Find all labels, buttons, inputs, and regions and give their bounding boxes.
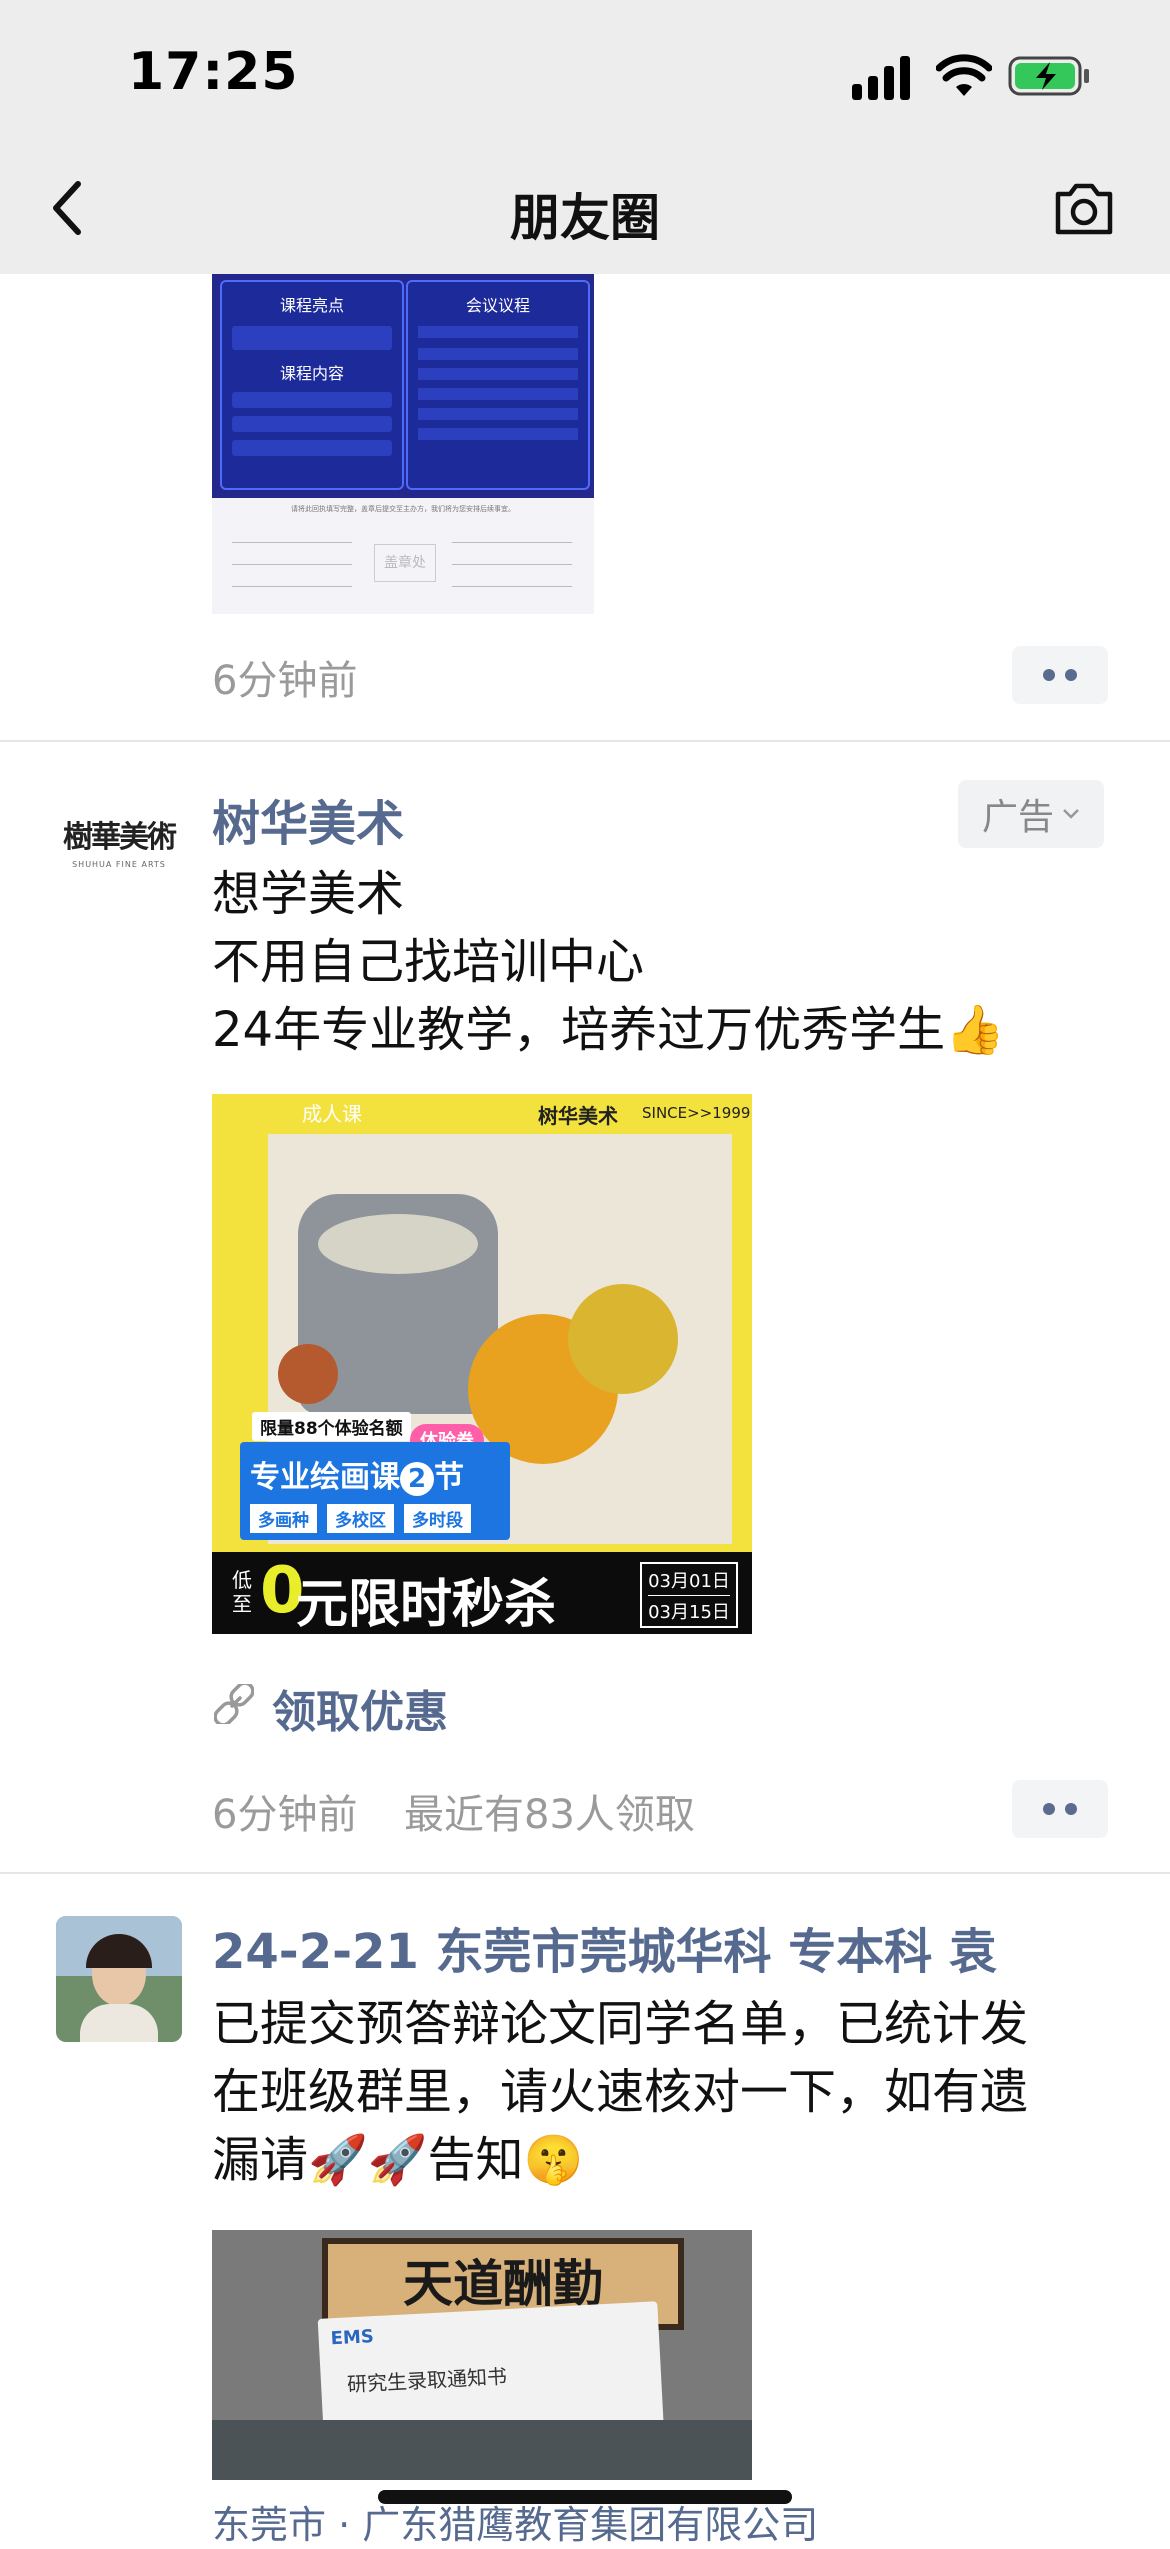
post-divider	[0, 1872, 1170, 1874]
post-line: 在班级群里，请火速核对一下，如有遗	[212, 2064, 1029, 2120]
poster-row	[232, 440, 392, 456]
post-photo[interactable]: 天道酬勤 EMS 研究生录取通知书	[212, 2230, 752, 2480]
post-time: 6分钟前	[212, 658, 358, 704]
poster-name[interactable]: 24-2-21 东莞市莞城华科 专本科 袁	[212, 1912, 997, 1982]
ad-label: 广告	[981, 797, 1054, 838]
avatar-logo-sub: SHUHUA FINE ARTS	[72, 860, 166, 869]
ad-image[interactable]: 成人课 树华美术 SINCE>>1999 限量88个体验名额 体验券 专业绘画课…	[212, 1094, 752, 1634]
poster-right-panel: 会议议程	[406, 280, 590, 490]
wifi-icon	[936, 54, 992, 96]
ad-low: 低至	[232, 1568, 252, 1616]
ad-date-end: 03月15日	[648, 1602, 730, 1623]
ad-date-start: 03月01日	[648, 1571, 730, 1592]
ad-tag: 成人课	[302, 1102, 362, 1126]
poster-name[interactable]: 树华美术	[212, 784, 404, 854]
painting-lemon	[568, 1284, 678, 1394]
form-line	[452, 542, 572, 543]
link-icon	[214, 1684, 254, 1724]
poster-row	[418, 408, 578, 420]
poster-row	[232, 326, 392, 350]
form-line	[452, 564, 572, 565]
battery-icon	[1008, 56, 1089, 96]
avatar[interactable]	[56, 1916, 182, 2042]
poster-note: 请将此回执填写完整，盖章后提交至主办方，我们将为您安排后续事宜。	[291, 505, 515, 513]
poster-right-title: 会议议程	[465, 296, 530, 315]
post-time: 6分钟前	[212, 1792, 358, 1838]
ad-date-divider	[648, 1595, 730, 1596]
post-line: 24年专业教学，培养过万优秀学生👍	[212, 1002, 1005, 1058]
form-line	[232, 542, 352, 543]
post-body: 想学美术 不用自己找培训中心 24年专业教学，培养过万优秀学生👍	[212, 860, 1112, 1064]
ad-chip: 多时段	[404, 1504, 471, 1533]
ad-course-num: 2	[400, 1462, 434, 1496]
camera-icon[interactable]	[1052, 178, 1116, 238]
poster-form: 请将此回执填写完整，盖章后提交至主办方，我们将为您安排后续事宜。 盖章处	[212, 498, 594, 614]
ad-chip: 多画种	[250, 1504, 317, 1533]
poster-row	[418, 368, 578, 380]
ad-offer: 元限时秒杀	[296, 1575, 557, 1634]
form-line	[452, 586, 572, 587]
poster-row	[232, 416, 392, 432]
poster-left-title1: 课程亮点	[279, 296, 344, 315]
post-line: 漏请🚀🚀告知🤫	[212, 2132, 584, 2188]
home-indicator	[378, 2490, 792, 2504]
ad-course-prefix: 专业绘画课	[250, 1460, 400, 1495]
ad-brand: 树华美术	[538, 1104, 618, 1128]
claim-offer-link[interactable]: 领取优惠	[272, 1676, 448, 1740]
poster-row	[418, 348, 578, 360]
prev-post-image[interactable]: 课程亮点 课程内容 会议议程 请将此回执填写完整，盖章后提交至主办方，我们将为您…	[212, 274, 594, 614]
form-line	[232, 564, 352, 565]
ad-chip: 多校区	[327, 1504, 394, 1533]
ad-quota: 限量88个体验名额	[252, 1412, 411, 1441]
post-line: 已提交预答辩论文同学名单，已统计发	[212, 1996, 1029, 2052]
poster-left-title2: 课程内容	[279, 364, 344, 383]
letter-title: 研究生录取通知书	[346, 2364, 508, 2397]
page-title: 朋友圈	[510, 189, 660, 247]
photo-bottom	[212, 2420, 752, 2480]
claim-count: 最近有83人领取	[404, 1792, 695, 1838]
letter-head: EMS	[330, 2326, 375, 2350]
chevron-down-icon	[1063, 809, 1079, 819]
ad-dates: 03月01日 03月15日	[640, 1562, 738, 1628]
ad-since: SINCE>>1999	[642, 1104, 751, 1122]
status-time: 17:25	[128, 42, 299, 102]
post-line: 想学美术	[212, 866, 405, 922]
ad-chips: 多画种 多校区 多时段	[250, 1504, 510, 1533]
form-line	[232, 586, 352, 587]
avatar-logo-text: 樹華美術	[63, 820, 177, 855]
painting-jug-top	[318, 1214, 478, 1274]
poster-row	[418, 428, 578, 440]
more-actions-button[interactable]	[1012, 646, 1108, 704]
ad-course-box: 专业绘画课 2 节 多画种 多校区 多时段	[240, 1442, 510, 1540]
stamp-area: 盖章处	[374, 544, 436, 582]
more-actions-button[interactable]	[1012, 1780, 1108, 1838]
poster-row	[418, 326, 578, 338]
post-line: 不用自己找培训中心	[212, 934, 645, 990]
avatar[interactable]: 樹華美術 SHUHUA FINE ARTS	[56, 790, 182, 916]
poster-row	[232, 392, 392, 408]
ad-offer-bar: 低至 0 元限时秒杀 03月01日 03月15日	[212, 1552, 752, 1634]
poster-row	[418, 388, 578, 400]
post-divider	[0, 740, 1170, 742]
poster-left-panel: 课程亮点 课程内容	[220, 280, 404, 490]
ad-course-suffix: 节	[434, 1460, 464, 1495]
ad-label-button[interactable]: 广告	[958, 780, 1104, 848]
signal-icon	[852, 56, 910, 100]
painting-fruit	[278, 1344, 338, 1404]
avatar-body	[80, 2004, 158, 2042]
post-body: 已提交预答辩论文同学名单，已统计发 在班级群里，请火速核对一下，如有遗 漏请🚀🚀…	[212, 1990, 1132, 2194]
ad-course: 专业绘画课 2 节	[250, 1452, 510, 1496]
